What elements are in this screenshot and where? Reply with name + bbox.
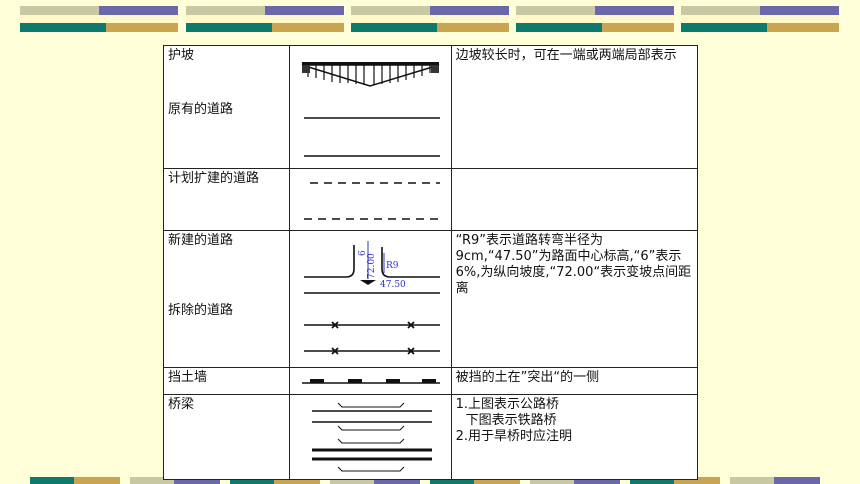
row-name: 护坡 [168,48,195,63]
name-cell: 计划扩建的道路 [163,168,290,231]
table-row: 计划扩建的道路 [163,168,699,231]
header-decoration-block [186,6,344,32]
header-decoration-block [20,6,178,32]
symbol-cell [288,394,452,480]
row-description-line: 2.用于旱桥时应注明 [455,429,573,444]
symbol-cell: 72.00 6 R9 47.50 [288,230,452,368]
row-name: 计划扩建的道路 [168,171,260,186]
row-name: 拆除的道路 [168,303,234,318]
symbol-cell [288,367,452,395]
row-name: 挡土墙 [168,370,208,385]
planned-road-symbol [303,182,440,220]
slope-and-existing-road-symbol [301,62,440,157]
symbol-label-slope: 6 [358,250,368,256]
symbol-label-radius: R9 [386,261,399,271]
row-name: 新建的道路 [168,233,234,248]
retaining-wall-symbol [301,379,440,384]
description-cell: 边坡较长时，可在一端或两端局部表示 [450,45,699,169]
symbol-cell [288,45,452,169]
name-cell: 护坡 原有的道路 [163,45,290,169]
table-row: 新建的道路 拆除的道路 72.00 6 R9 47.50 “R9”表示道路转弯半… [163,230,699,368]
header-decoration-block [351,6,509,32]
row-name: 原有的道路 [168,102,234,117]
name-cell: 新建的道路 拆除的道路 [163,230,290,368]
row-description: “R9”表示道路转弯半径为 9cm,“47.50”为路面中心标高,“6”表示 6… [455,233,692,296]
name-cell: 桥梁 [163,394,290,480]
bridge-symbol [311,402,432,472]
description-cell [450,168,699,231]
description-cell: “R9”表示道路转弯半径为 9cm,“47.50”为路面中心标高,“6”表示 6… [450,230,699,368]
row-description-line: 下图表示铁路桥 [465,413,557,428]
row-description: 边坡较长时，可在一端或两端局部表示 [455,48,677,63]
row-name: 桥梁 [168,397,195,412]
symbol-label-elevation: 47.50 [380,280,406,290]
symbol-label-distance: 72.00 [367,253,377,279]
header-decoration-block [681,6,839,32]
table-row: 桥梁 1.上图表示公路桥 下图表示铁路桥 2.用于旱桥时应注明 [163,394,699,480]
name-cell: 挡土墙 [163,367,290,395]
road-symbol-legend-table: 护坡 原有的道路 边坡较长时，可在一端或两端局部表示 计划扩建的道路 新建的道路… [163,45,699,480]
row-description-line: 1.上图表示公路桥 [455,397,560,412]
header-decoration-block [516,6,674,32]
row-description: 被挡的土在”突出“的一侧 [455,370,600,385]
description-cell: 1.上图表示公路桥 下图表示铁路桥 2.用于旱桥时应注明 [450,394,699,480]
description-cell: 被挡的土在”突出“的一侧 [450,367,699,395]
new-and-removed-road-symbol: 72.00 6 R9 47.50 [303,241,440,355]
table-row: 挡土墙 被挡的土在”突出“的一侧 [163,367,699,395]
symbol-cell [288,168,452,231]
table-row: 护坡 原有的道路 边坡较长时，可在一端或两端局部表示 [163,45,699,169]
